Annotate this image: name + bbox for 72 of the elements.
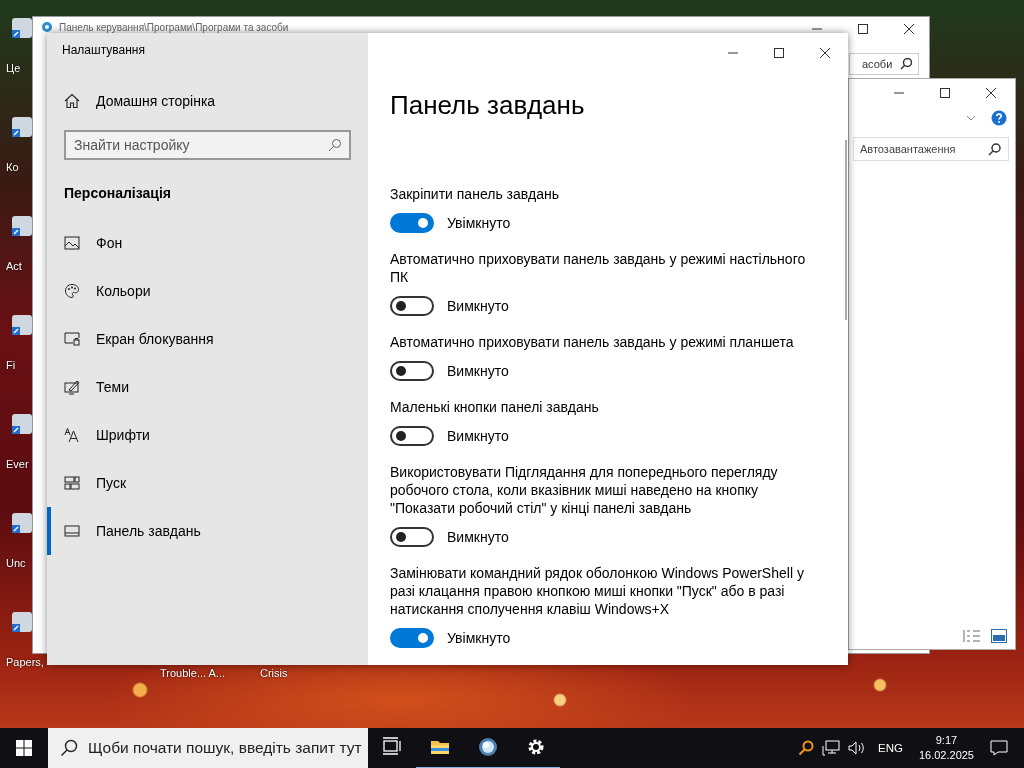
network-icon[interactable] xyxy=(822,740,840,756)
toggle-switch[interactable] xyxy=(390,213,434,233)
toggle-switch[interactable] xyxy=(390,527,434,547)
window-title: Панель керування\Програми\Програми та засоби xyxy=(59,21,289,33)
home-link[interactable]: Домашня сторінка xyxy=(47,82,368,120)
letters-icon xyxy=(64,427,80,443)
search-field[interactable]: Щоби почати пошук, введіть запит тут xyxy=(48,728,368,768)
maximize-icon[interactable] xyxy=(773,46,785,59)
taskbar-icon xyxy=(64,523,80,539)
sidebar-item[interactable]: Кольори xyxy=(47,267,368,315)
sidebar-item[interactable]: Екран блокування xyxy=(47,315,368,363)
icon-label: Fi xyxy=(6,359,16,371)
search-field[interactable]: Знайти настройку xyxy=(64,130,351,160)
icon-label: Це xyxy=(6,62,21,74)
lock-screen-icon xyxy=(64,331,80,347)
toggle-switch[interactable] xyxy=(390,426,434,446)
scrollbar[interactable] xyxy=(845,140,847,320)
icon-label: Crisis xyxy=(260,667,288,679)
toggle-switch[interactable] xyxy=(390,361,434,381)
notification-icon[interactable] xyxy=(990,740,1008,756)
sidebar-item[interactable]: Пуск xyxy=(47,459,368,507)
clock-date[interactable]: 16.02.2025 xyxy=(918,748,974,763)
sidebar-item[interactable]: Панель завдань xyxy=(47,507,368,555)
icon-label: Trouble... A... xyxy=(160,667,225,679)
sidebar-item[interactable]: Фон xyxy=(47,219,368,267)
icon-label: Ever xyxy=(6,458,29,470)
sidebar-item[interactable]: Теми xyxy=(47,363,368,411)
icon-label: Act xyxy=(6,260,22,272)
thumbnail-view-icon[interactable] xyxy=(991,629,1007,643)
sidebar-item[interactable]: Шрифти xyxy=(47,411,368,459)
brush-icon xyxy=(64,379,80,395)
toggle-state: Вимкнуто xyxy=(447,298,509,314)
toggle-state: Увімкнуто xyxy=(447,630,511,646)
setting-label: Закріпити панель завдань xyxy=(390,185,561,203)
toggle-switch[interactable] xyxy=(390,296,434,316)
volume-icon[interactable] xyxy=(848,740,866,756)
magnifier-icon[interactable] xyxy=(798,740,814,756)
control-panel-icon xyxy=(41,21,53,33)
windows-logo-icon[interactable] xyxy=(16,740,32,756)
setting-label: Маленькі кнопки панелі завдань xyxy=(390,398,600,416)
setting-label: Автоматично приховувати панель завдань у режимі настільного ПК xyxy=(390,250,807,286)
icon-label: Unc xyxy=(6,557,26,569)
toggle-state: Вимкнуто xyxy=(447,363,509,379)
search-field[interactable]: Автозавантаження xyxy=(853,137,1009,161)
tiles-icon xyxy=(64,475,80,491)
clock-time[interactable]: 9:17 xyxy=(935,733,958,748)
toggle-state: Увімкнуто xyxy=(447,215,511,231)
icon-label: Papers, xyxy=(6,656,44,668)
setting-label: Замінювати командний рядок оболонкою Windows PowerShell у разі клацання правою кнопкою миші кнопки "Пуск" або в разі натискання сполучення клавіш Windows+X xyxy=(390,564,805,618)
home-icon xyxy=(64,93,80,109)
toggle-state: Вимкнуто xyxy=(447,428,509,444)
icon-label: Ко xyxy=(6,161,19,173)
close-icon[interactable] xyxy=(985,87,997,99)
help-icon[interactable] xyxy=(991,110,1007,126)
close-icon[interactable] xyxy=(903,23,915,35)
search-icon xyxy=(988,142,1002,156)
palette-icon xyxy=(64,283,80,299)
page-title: Панель завдань xyxy=(390,90,586,120)
language-indicator[interactable]: ENG xyxy=(878,742,903,754)
maximize-icon[interactable] xyxy=(857,23,869,35)
section-heading: Персоналізація xyxy=(63,184,172,203)
setting-label: Автоматично приховувати панель завдань у режимі планшета xyxy=(390,333,795,351)
setting-label: Використовувати Підглядання для попереднього перегляду робочого стола, коли вказівник миші наведено на кнопку "Показати робочий стіл" у кінці панелі завдань xyxy=(390,463,779,517)
maximize-icon[interactable] xyxy=(939,87,951,99)
window-title: Налаштування xyxy=(61,42,146,59)
picture-frame-icon xyxy=(64,235,80,251)
search-field[interactable]: асоби xyxy=(849,53,919,75)
toggle-state: Вимкнуто xyxy=(447,529,509,545)
search-icon xyxy=(328,138,342,152)
search-icon xyxy=(900,58,912,70)
toggle-switch[interactable] xyxy=(390,628,434,648)
close-icon[interactable] xyxy=(819,46,831,59)
